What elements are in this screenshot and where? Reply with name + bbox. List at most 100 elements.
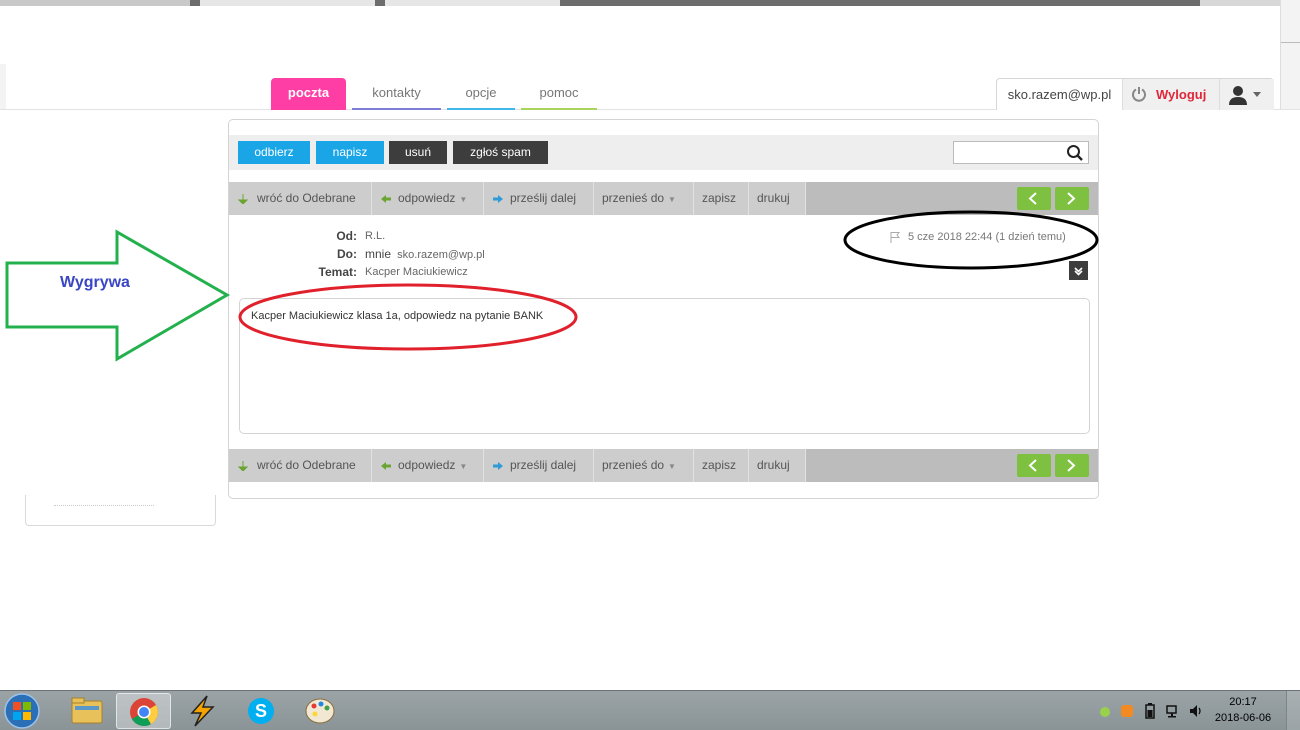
back-label: wróć do Odebrane [257, 458, 356, 472]
lightning-icon [190, 695, 215, 727]
reply-button[interactable]: odpowiedz ▼ [372, 449, 484, 482]
mail-toolbar: odbierz napisz usuń zgłoś spam [229, 135, 1098, 170]
tab-opcje[interactable]: opcje [447, 78, 515, 110]
message-actionbar-top: wróć do Odebrane odpowiedz ▼ prześlij dal… [229, 182, 1098, 215]
print-label: drukuj [757, 458, 790, 472]
save-button[interactable]: zapisz [694, 449, 749, 482]
folder-icon [71, 697, 103, 724]
move-label: przenieś do [602, 191, 665, 205]
message-text: Kacper Maciukiewicz klasa 1a, odpowiedz … [251, 310, 544, 322]
chrome-taskbar-button[interactable] [116, 693, 171, 729]
receive-button[interactable]: odbierz [238, 141, 310, 164]
skype-icon: S [248, 698, 274, 724]
chrome-icon [130, 698, 158, 726]
chevron-left-icon [1028, 192, 1037, 205]
user-box: sko.razem@wp.pl Wyloguj [996, 78, 1274, 110]
back-label: wróć do Odebrane [257, 191, 356, 205]
move-to-button[interactable]: przenieś do ▼ [594, 182, 694, 215]
logout-label: Wyloguj [1156, 87, 1207, 102]
prev-message-button[interactable] [1017, 454, 1051, 477]
start-button[interactable] [2, 692, 54, 730]
next-message-button[interactable] [1055, 187, 1089, 210]
chevron-down-icon: ▼ [668, 462, 676, 471]
taskbar: S 20:17 2018-06-06 [0, 690, 1300, 730]
arrow-right-icon [493, 195, 503, 203]
move-to-button[interactable]: przenieś do ▼ [594, 449, 694, 482]
print-button[interactable]: drukuj [749, 449, 806, 482]
reply-label: odpowiedz [398, 458, 456, 472]
battery-icon[interactable] [1145, 703, 1155, 719]
forward-label: prześlij dalej [510, 191, 577, 205]
forward-button[interactable]: prześlij dalej [484, 182, 594, 215]
winamp-taskbar-button[interactable] [175, 693, 230, 729]
to-label: Do: [337, 247, 357, 261]
system-tray [1090, 691, 1210, 730]
reply-button[interactable]: odpowiedz ▼ [372, 182, 484, 215]
forward-label: prześlij dalej [510, 458, 577, 472]
annotation-label: Wygrywa [60, 274, 130, 291]
avast-icon[interactable] [1120, 704, 1134, 718]
volume-icon[interactable] [1188, 703, 1204, 719]
message-body: Kacper Maciukiewicz klasa 1a, odpowiedz … [239, 298, 1090, 434]
network-icon[interactable] [1165, 703, 1181, 719]
arrow-down-left-icon [238, 461, 248, 471]
chevron-down-icon: ▼ [459, 462, 468, 471]
chevron-down-icon: ▼ [668, 195, 676, 204]
taskbar-clock[interactable]: 20:17 2018-06-06 [1212, 694, 1274, 726]
logout-button[interactable]: Wyloguj [1123, 79, 1219, 110]
clock-date: 2018-06-06 [1214, 712, 1272, 724]
tab-label: poczta [287, 85, 330, 100]
search-input[interactable] [954, 142, 1064, 163]
tab-label: pomoc [539, 85, 579, 100]
arrow-left-icon [381, 462, 391, 470]
paint-taskbar-button[interactable] [293, 693, 348, 729]
back-to-inbox-button[interactable]: wróć do Odebrane [229, 182, 372, 215]
save-button[interactable]: zapisz [694, 182, 749, 215]
print-button[interactable]: drukuj [749, 182, 806, 215]
save-label: zapisz [702, 458, 737, 472]
move-label: przenieś do [602, 458, 665, 472]
compose-button[interactable]: napisz [316, 141, 384, 164]
tab-label: opcje [465, 85, 497, 100]
chevron-down-icon [1074, 267, 1083, 276]
window-edge [0, 64, 6, 110]
tray-app-icon[interactable] [1098, 705, 1112, 719]
explorer-taskbar-button[interactable] [60, 693, 115, 729]
skype-taskbar-button[interactable]: S [234, 693, 289, 729]
chevron-left-icon [1028, 459, 1037, 472]
svg-text:S: S [255, 701, 267, 721]
show-desktop-button[interactable] [1286, 691, 1300, 730]
to-name: mnie [365, 247, 392, 261]
search-box [953, 141, 1089, 164]
window-edge [1280, 0, 1300, 110]
reply-label: odpowiedz [398, 191, 456, 205]
tab-kontakty[interactable]: kontakty [352, 78, 441, 110]
print-label: drukuj [757, 191, 790, 205]
back-to-inbox-button[interactable]: wróć do Odebrane [229, 449, 372, 482]
arrow-down-left-icon [238, 194, 248, 204]
spam-button[interactable]: zgłoś spam [453, 141, 548, 164]
tab-poczta[interactable]: poczta [271, 78, 346, 110]
save-label: zapisz [702, 191, 737, 205]
user-menu-button[interactable] [1219, 79, 1274, 110]
prev-message-button[interactable] [1017, 187, 1051, 210]
to-email[interactable]: sko.razem@wp.pl [397, 249, 485, 261]
flag-icon[interactable] [889, 231, 901, 243]
chevron-down-icon: ▼ [459, 195, 468, 204]
chevron-down-icon [1253, 92, 1261, 97]
delete-button[interactable]: usuń [389, 141, 447, 164]
chevron-right-icon [1067, 459, 1076, 472]
chevron-right-icon [1067, 192, 1076, 205]
user-email[interactable]: sko.razem@wp.pl [997, 79, 1123, 110]
expand-header-button[interactable] [1069, 261, 1088, 280]
forward-button[interactable]: prześlij dalej [484, 449, 594, 482]
clock-time: 20:17 [1229, 696, 1257, 708]
next-message-button[interactable] [1055, 454, 1089, 477]
subject-label: Temat: [318, 265, 357, 279]
search-icon[interactable] [1066, 144, 1084, 162]
arrow-right-icon [493, 462, 503, 470]
annotation-arrow [5, 229, 231, 362]
palette-icon [305, 698, 335, 724]
from-value[interactable]: R.L. [365, 230, 385, 242]
tab-pomoc[interactable]: pomoc [521, 78, 597, 110]
